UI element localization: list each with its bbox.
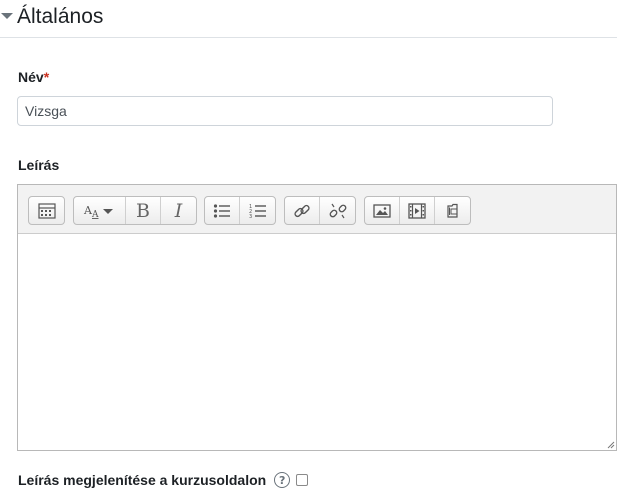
help-icon[interactable]: ?	[274, 472, 291, 488]
svg-text:A: A	[91, 210, 99, 219]
unlink-icon	[329, 203, 346, 218]
collapse-caret-icon[interactable]	[1, 13, 13, 19]
manage-files-button[interactable]	[435, 197, 470, 224]
font-style-icon: A A	[83, 204, 113, 219]
unordered-list-icon	[213, 203, 230, 218]
media-button[interactable]	[400, 197, 435, 224]
toolbar-group-4	[284, 196, 356, 225]
media-icon	[408, 202, 426, 219]
link-icon	[294, 204, 310, 217]
bold-button[interactable]: B	[126, 197, 161, 224]
toolbar-group-3: 1 2 3	[204, 196, 276, 225]
toolbar-group-5	[364, 196, 471, 225]
show-description-checkbox[interactable]	[296, 474, 309, 486]
name-label-text: Név	[18, 69, 44, 85]
toolbar-group-2: A A B I	[73, 196, 197, 225]
link-button[interactable]	[285, 197, 320, 224]
ordered-list-icon: 1 2 3	[249, 204, 266, 219]
required-mark: *	[43, 69, 50, 85]
editor-content-area[interactable]	[18, 234, 616, 450]
italic-icon: I	[174, 199, 183, 222]
name-input[interactable]	[17, 96, 553, 126]
image-icon	[373, 203, 391, 218]
image-button[interactable]	[365, 197, 400, 224]
resize-handle-icon[interactable]	[607, 441, 615, 449]
toolbar-toggle-button[interactable]	[29, 197, 64, 224]
unlink-button[interactable]	[320, 197, 355, 224]
font-style-button[interactable]: A A	[74, 197, 126, 224]
unordered-list-button[interactable]	[205, 197, 240, 224]
name-label: Név*	[18, 69, 49, 85]
file-manage-icon	[446, 203, 458, 218]
svg-text:3: 3	[249, 214, 252, 219]
description-editor: A A B I 1 2 3	[17, 184, 617, 451]
ordered-list-button[interactable]: 1 2 3	[240, 197, 275, 224]
show-description-label: Leírás megjelenítése a kurzusoldalon	[18, 472, 267, 488]
italic-button[interactable]: I	[161, 197, 196, 224]
bold-icon: B	[136, 199, 150, 222]
section-title: Általános	[17, 5, 104, 28]
show-description-row: Leírás megjelenítése a kurzusoldalon ?	[18, 472, 309, 488]
toolbar-group-1	[28, 196, 65, 225]
toolbar-toggle-icon	[37, 202, 56, 219]
section-header-general[interactable]: Általános	[0, 0, 617, 38]
editor-toolbar: A A B I 1 2 3	[18, 185, 616, 234]
description-label: Leírás	[18, 157, 60, 173]
